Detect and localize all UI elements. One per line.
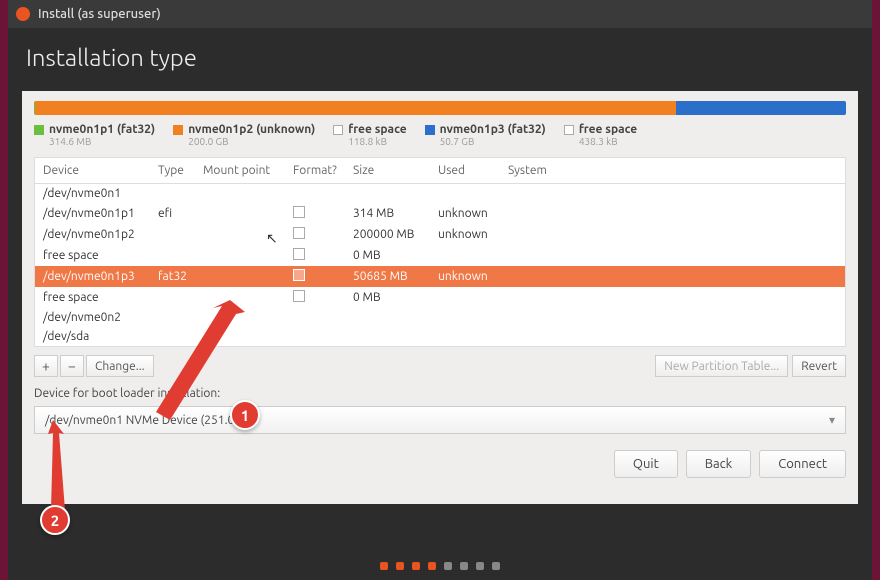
cell-size: 0 MB: [353, 249, 438, 262]
legend-swatch: [425, 125, 435, 135]
legend-item: nvme0n1p1 (fat32)314.6 MB: [34, 123, 155, 147]
legend-name: nvme0n1p2 (unknown): [188, 123, 315, 136]
legend-swatch: [34, 125, 44, 135]
dot: [492, 562, 500, 570]
legend-size: 314.6 MB: [49, 136, 155, 147]
bootloader-value: /dev/nvme0n1 NVMe Device (251.0 G: [45, 414, 245, 427]
seg-nvme0n1p2: [35, 101, 676, 115]
legend-name: nvme0n1p1 (fat32): [49, 123, 155, 136]
cell-size: 200000 MB: [353, 228, 438, 241]
cell-type: efi: [158, 207, 203, 220]
format-checkbox[interactable]: [293, 227, 305, 239]
legend-size: 200.0 GB: [188, 136, 315, 147]
add-partition-button[interactable]: +: [34, 355, 58, 377]
cell-used: unknown: [438, 228, 508, 241]
cell-device: free space: [43, 291, 158, 304]
dot: [396, 562, 404, 570]
dot: [412, 562, 420, 570]
col-size: Size: [353, 164, 438, 177]
legend-name: free space: [348, 123, 406, 136]
format-checkbox[interactable]: [293, 248, 305, 260]
cell-device: /dev/nvme0n1p2: [43, 228, 158, 241]
table-row[interactable]: /dev/nvme0n1p2 200000 MBunknown: [35, 224, 845, 245]
table-body: /dev/nvme0n1/dev/nvme0n1p1efi314 MBunkno…: [35, 184, 845, 346]
titlebar[interactable]: Install (as superuser): [8, 0, 872, 28]
bootloader-label: Device for boot loader installation:: [34, 387, 846, 400]
cell-type: fat32: [158, 270, 203, 283]
legend-swatch: [173, 125, 183, 135]
next-button[interactable]: Connect: [759, 450, 846, 478]
page-title: Installation type: [8, 28, 872, 91]
legend-item: nvme0n1p2 (unknown)200.0 GB: [173, 123, 315, 147]
cell-size: 0 MB: [353, 291, 438, 304]
close-icon[interactable]: [16, 7, 30, 21]
table-row[interactable]: /dev/sda: [35, 327, 845, 346]
legend-name: nvme0n1p3 (fat32): [440, 123, 546, 136]
format-checkbox[interactable]: [293, 206, 305, 218]
legend-name: free space: [579, 123, 637, 136]
legend-size: 438.3 kB: [579, 136, 637, 147]
col-system: System: [508, 164, 837, 177]
cell-device: /dev/nvme0n1: [43, 187, 158, 200]
seg-nvme0n1p3: [676, 101, 846, 115]
change-partition-button[interactable]: Change...: [86, 355, 154, 377]
partition-table: Device Type Mount point Format? Size Use…: [34, 157, 846, 347]
installer-window: Install (as superuser) Installation type…: [8, 0, 872, 580]
cell-size: 50685 MB: [353, 270, 438, 283]
col-format: Format?: [293, 164, 353, 177]
table-row[interactable]: /dev/nvme0n2: [35, 308, 845, 327]
legend-swatch: [333, 125, 343, 135]
col-mount: Mount point: [203, 164, 293, 177]
cell-size: 314 MB: [353, 207, 438, 220]
content-area: nvme0n1p1 (fat32)314.6 MB nvme0n1p2 (unkn…: [22, 91, 858, 504]
legend-size: 118.8 kB: [348, 136, 406, 147]
cell-device: /dev/sda: [43, 330, 158, 343]
dot: [444, 562, 452, 570]
revert-button[interactable]: Revert: [792, 355, 846, 377]
back-button[interactable]: Back: [686, 450, 752, 478]
table-row[interactable]: free space 0 MB: [35, 287, 845, 308]
legend-item: free space118.8 kB: [333, 123, 406, 147]
window-title: Install (as superuser): [38, 7, 161, 21]
table-row[interactable]: /dev/nvme0n1p1efi 314 MBunknown: [35, 203, 845, 224]
legend-swatch: [564, 125, 574, 135]
format-checkbox[interactable]: [293, 290, 305, 302]
cell-device: /dev/nvme0n2: [43, 311, 158, 324]
cell-device: /dev/nvme0n1p1: [43, 207, 158, 220]
table-header: Device Type Mount point Format? Size Use…: [35, 158, 845, 184]
dot: [428, 562, 436, 570]
progress-dots: [380, 552, 500, 580]
remove-partition-button[interactable]: −: [60, 355, 84, 377]
format-checkbox[interactable]: [293, 269, 305, 281]
quit-button[interactable]: Quit: [614, 450, 678, 478]
col-used: Used: [438, 164, 508, 177]
new-partition-table-button[interactable]: New Partition Table...: [655, 355, 788, 377]
legend-size: 50.7 GB: [440, 136, 546, 147]
footer-buttons: Quit Back Connect: [614, 450, 846, 478]
bootloader-select[interactable]: /dev/nvme0n1 NVMe Device (251.0 G: [34, 406, 846, 434]
dot: [476, 562, 484, 570]
cell-device: /dev/nvme0n1p3: [43, 270, 158, 283]
cell-device: free space: [43, 249, 158, 262]
partition-toolbar: + − Change... New Partition Table... Rev…: [34, 355, 846, 377]
legend: nvme0n1p1 (fat32)314.6 MB nvme0n1p2 (unkn…: [34, 123, 846, 147]
dot: [380, 562, 388, 570]
legend-item: free space438.3 kB: [564, 123, 637, 147]
col-device: Device: [43, 164, 158, 177]
legend-item: nvme0n1p3 (fat32)50.7 GB: [425, 123, 546, 147]
cell-used: unknown: [438, 270, 508, 283]
table-row[interactable]: /dev/nvme0n1p3fat32 50685 MBunknown: [35, 266, 845, 287]
dot: [460, 562, 468, 570]
cell-used: unknown: [438, 207, 508, 220]
table-row[interactable]: /dev/nvme0n1: [35, 184, 845, 203]
col-type: Type: [158, 164, 203, 177]
disk-usage-bar: [34, 101, 846, 115]
table-row[interactable]: free space 0 MB: [35, 245, 845, 266]
